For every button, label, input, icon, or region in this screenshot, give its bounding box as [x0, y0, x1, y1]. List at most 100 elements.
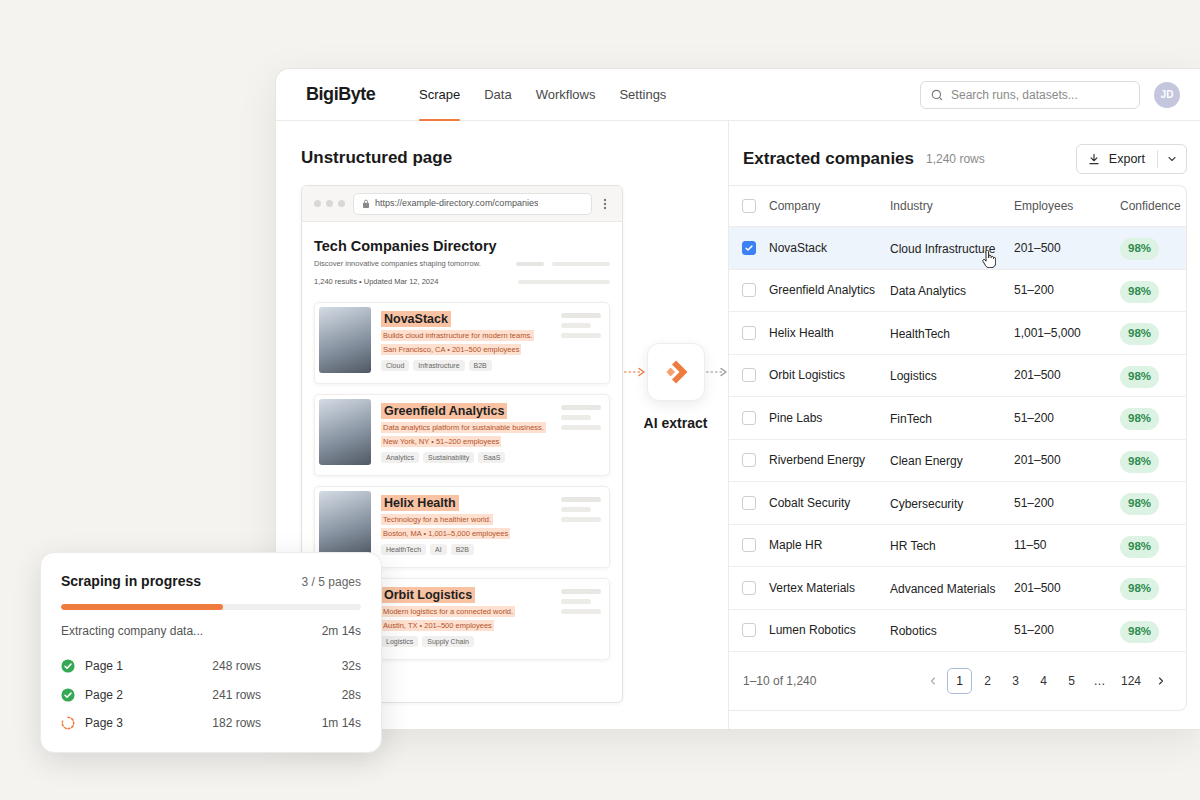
table-row[interactable]: Cobalt SecurityCybersecurity51–20098%: [729, 482, 1186, 525]
page-button[interactable]: 5: [1059, 668, 1084, 694]
row-count: 1,240 rows: [926, 150, 985, 168]
prev-page-button[interactable]: [922, 668, 944, 694]
nav-tab[interactable]: Workflows: [536, 69, 596, 120]
nav-tab[interactable]: Settings: [619, 69, 666, 120]
meta-row: 1,240 results • Updated Mar 12, 2024: [314, 276, 610, 288]
table-row[interactable]: Helix HealthHealthTech1,001–5,00098%: [729, 312, 1186, 355]
row-checkbox[interactable]: [742, 538, 756, 552]
chevron-right-icon: [1155, 675, 1167, 687]
step-time: 28s: [261, 686, 361, 704]
company-description: Builds cloud infrastructure for modern t…: [381, 330, 534, 341]
industry-cell: Cybersecurity: [890, 497, 963, 511]
company-description: Data analytics platform for sustainable …: [381, 422, 546, 433]
employees-cell: 201–500: [1014, 366, 1120, 384]
row-checkbox[interactable]: [742, 283, 756, 297]
lock-icon: [362, 199, 370, 208]
confidence-cell: 98%: [1120, 575, 1186, 600]
row-checkbox[interactable]: [742, 199, 756, 213]
check-cell: [729, 326, 769, 340]
arrow-right-icon: [706, 367, 728, 377]
check-cell: [729, 496, 769, 510]
table-row[interactable]: Greenfield AnalyticsData Analytics51–200…: [729, 270, 1186, 313]
app-logo[interactable]: BigiByte: [306, 81, 419, 108]
step-rows: 241 rows: [201, 686, 261, 704]
confidence-cell: 98%: [1120, 235, 1186, 260]
nav-tabs: Scrape Data Workflows Settings: [419, 69, 666, 120]
row-checkbox[interactable]: [742, 581, 756, 595]
page-button[interactable]: …: [1087, 668, 1112, 694]
directory-meta: 1,240 results • Updated Mar 12, 2024: [314, 276, 510, 288]
next-page-button[interactable]: [1150, 668, 1172, 694]
page-button[interactable]: 2: [975, 668, 1000, 694]
step-time: 1m 14s: [261, 714, 361, 732]
employees-cell: 51–200: [1014, 621, 1120, 639]
row-checkbox[interactable]: [742, 241, 756, 255]
window-dot: [326, 200, 333, 207]
company-name: NovaStack: [381, 311, 451, 327]
table-row[interactable]: Maple HRHR Tech11–5098%: [729, 525, 1186, 568]
industry-cell-wrap: Logistics: [890, 363, 1014, 387]
column-header[interactable]: Employees: [1014, 197, 1120, 215]
industry-cell: Clean Energy: [890, 454, 963, 468]
company-cell: Maple HR: [769, 536, 890, 554]
page-button[interactable]: 124: [1115, 668, 1147, 694]
company-name: Helix Health: [381, 495, 459, 511]
search-input[interactable]: [951, 86, 1130, 104]
url-bar[interactable]: https://example-directory.com/companies: [353, 193, 592, 215]
industry-cell: Robotics: [890, 624, 937, 638]
company-tag: Logistics: [381, 636, 418, 647]
confidence-cell: 98%: [1120, 448, 1186, 473]
ai-extract-step: AI extract: [623, 185, 728, 434]
company-card[interactable]: NovaStack Builds cloud infrastructure for…: [314, 302, 610, 384]
column-header[interactable]: Confidence: [1120, 197, 1186, 215]
export-button[interactable]: Export: [1076, 144, 1187, 174]
placeholder-bar: [561, 323, 591, 328]
column-header[interactable]: Company: [769, 197, 890, 215]
search-box[interactable]: [920, 81, 1140, 109]
done-icon-wrap: [61, 659, 85, 673]
confidence-badge: 98%: [1120, 281, 1159, 303]
app-window: BigiByteScrapeDataWorkflowsSettingsJD Un…: [275, 68, 1200, 730]
row-checkbox[interactable]: [742, 368, 756, 382]
window-dot: [338, 200, 345, 207]
placeholder-bar: [561, 415, 591, 420]
row-checkbox[interactable]: [742, 496, 756, 510]
company-tag: Infrastructure: [413, 360, 464, 371]
row-checkbox[interactable]: [742, 623, 756, 637]
company-cell: Lumen Robotics: [769, 621, 890, 639]
step-label: Page 1: [85, 657, 201, 675]
subtitle-row: Discover innovative companies shaping to…: [314, 258, 610, 270]
page-button[interactable]: 1: [947, 668, 972, 694]
company-tag: Cloud: [381, 360, 409, 371]
url-text: https://example-directory.com/companies: [375, 197, 538, 211]
row-checkbox[interactable]: [742, 453, 756, 467]
table-row[interactable]: Orbit LogisticsLogistics201–50098%: [729, 355, 1186, 398]
nav-tab[interactable]: Scrape: [419, 69, 460, 120]
check-cell: [729, 368, 769, 382]
table-row[interactable]: Pine LabsFinTech51–20098%: [729, 397, 1186, 440]
progress-elapsed: 2m 14s: [322, 622, 361, 640]
page-button[interactable]: 3: [1003, 668, 1028, 694]
user-avatar[interactable]: JD: [1154, 82, 1180, 108]
check-circle-icon: [61, 659, 75, 673]
step-label: Page 2: [85, 686, 201, 704]
row-checkbox[interactable]: [742, 326, 756, 340]
page-button[interactable]: 4: [1031, 668, 1056, 694]
employees-cell: 51–200: [1014, 281, 1120, 299]
ai-logo-icon: [662, 358, 690, 386]
company-tag: Supply Chain: [422, 636, 474, 647]
page-label: …: [1093, 672, 1105, 690]
column-header[interactable]: Industry: [890, 197, 1014, 215]
table-row[interactable]: NovaStackCloud Infrastructure201–50098%: [729, 227, 1186, 270]
company-card[interactable]: Greenfield AnalyticsData analytics platf…: [314, 394, 610, 476]
placeholder-bar: [561, 517, 601, 522]
progress-track: [61, 604, 361, 610]
table-row[interactable]: Lumen RoboticsRobotics51–20098%: [729, 610, 1186, 653]
chevron-down-icon: [1166, 153, 1178, 165]
row-checkbox[interactable]: [742, 411, 756, 425]
nav-tab[interactable]: Data: [484, 69, 511, 120]
ai-extract-button[interactable]: [647, 343, 705, 401]
table-row[interactable]: Riverbend EnergyClean Energy201–50098%: [729, 440, 1186, 483]
employees-cell: 1,001–5,000: [1014, 324, 1120, 342]
table-row[interactable]: Vertex MaterialsAdvanced Materials201–50…: [729, 567, 1186, 610]
